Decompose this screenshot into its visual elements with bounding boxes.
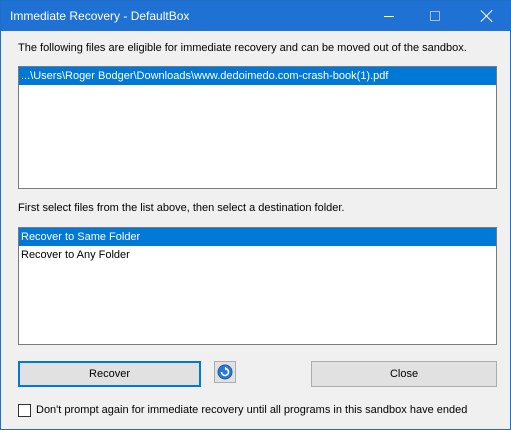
recover-button-label: Recover xyxy=(89,368,130,380)
dont-prompt-checkbox[interactable] xyxy=(18,403,31,417)
minimize-button[interactable] xyxy=(366,1,412,31)
dont-prompt-row[interactable]: Don't prompt again for immediate recover… xyxy=(18,403,467,417)
option-recover-any-folder[interactable]: Recover to Any Folder xyxy=(19,246,496,264)
destination-listbox[interactable]: Recover to Same Folder Recover to Any Fo… xyxy=(18,227,497,345)
file-list-item[interactable]: ...\Users\Roger Bodger\Downloads\www.ded… xyxy=(19,67,496,85)
recover-button[interactable]: Recover xyxy=(18,361,201,387)
refresh-button[interactable] xyxy=(214,361,236,383)
refresh-icon xyxy=(217,364,233,380)
option-recover-same-folder[interactable]: Recover to Same Folder xyxy=(19,228,496,246)
close-window-button[interactable] xyxy=(464,1,510,31)
close-button-label: Close xyxy=(389,368,419,380)
immediate-recovery-window: Immediate Recovery - DefaultBox The foll… xyxy=(0,0,511,430)
destination-label: First select files from the list above, … xyxy=(18,202,345,214)
dont-prompt-label[interactable]: Don't prompt again for immediate recover… xyxy=(36,404,467,416)
minimize-icon xyxy=(384,15,394,17)
window-title: Immediate Recovery - DefaultBox xyxy=(10,9,190,23)
files-label: The following files are eligible for imm… xyxy=(18,42,467,54)
close-button[interactable]: Close xyxy=(311,361,497,387)
title-bar[interactable]: Immediate Recovery - DefaultBox xyxy=(1,1,510,31)
files-listbox[interactable]: ...\Users\Roger Bodger\Downloads\www.ded… xyxy=(18,66,497,189)
close-icon xyxy=(481,10,493,22)
maximize-button[interactable] xyxy=(412,1,458,31)
maximize-icon xyxy=(430,11,440,21)
